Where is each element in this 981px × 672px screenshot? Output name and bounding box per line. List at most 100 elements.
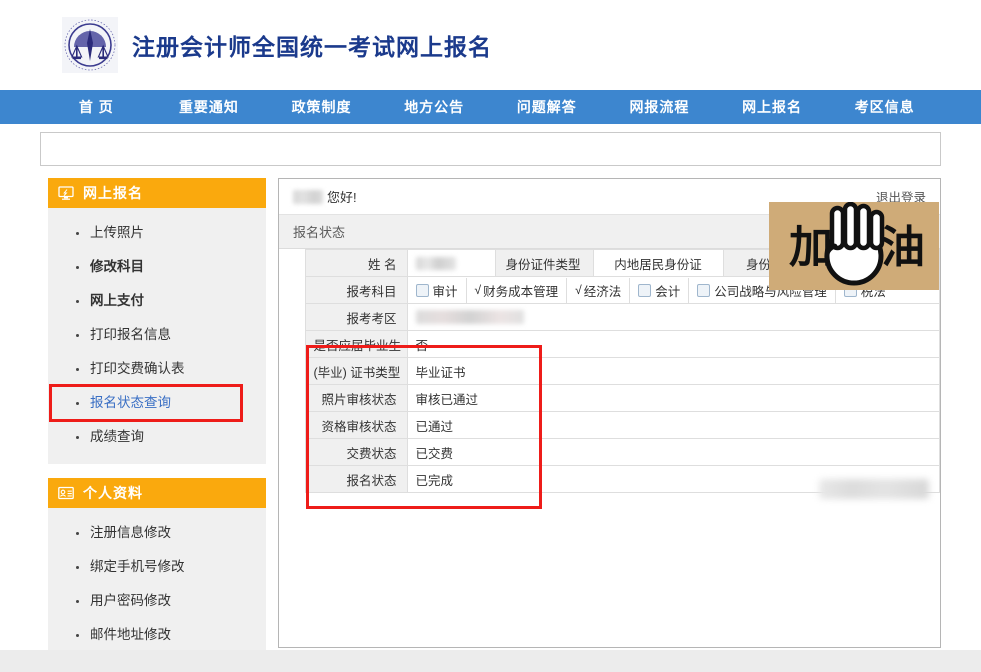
row-value: 毕业证书 bbox=[407, 358, 940, 385]
subject-checkbox-0[interactable]: 审计 bbox=[408, 278, 467, 303]
nav-item-5[interactable]: 网报流程 bbox=[603, 90, 716, 124]
sidebar-block-title-0: 网上报名 bbox=[83, 183, 143, 203]
table-row: (毕业) 证书类型毕业证书 bbox=[279, 358, 940, 385]
sidebar-block-header-0: 网上报名 bbox=[48, 178, 266, 208]
row-gutter bbox=[279, 277, 305, 304]
sidebar-item-1-1[interactable]: 绑定手机号修改 bbox=[48, 550, 266, 584]
bullet-icon bbox=[76, 300, 79, 303]
sidebar-list-1: 注册信息修改绑定手机号修改用户密码修改邮件地址修改 bbox=[48, 508, 266, 662]
row-gutter bbox=[279, 412, 305, 439]
nav-item-3[interactable]: 地方公告 bbox=[378, 90, 491, 124]
bullet-icon bbox=[76, 266, 79, 269]
page-root: 注册会计师全国统一考试网上报名 首 页重要通知政策制度地方公告问题解答网报流程网… bbox=[0, 0, 981, 672]
fist-hand-icon bbox=[827, 204, 882, 283]
row-gutter bbox=[279, 250, 305, 277]
sidebar-item-label: 网上支付 bbox=[90, 293, 144, 308]
bullet-icon bbox=[76, 634, 79, 637]
bullet-icon bbox=[76, 402, 79, 405]
row-label: 姓 名 bbox=[305, 250, 407, 277]
greeting-text: 您好! bbox=[327, 187, 357, 206]
row-label: 报考考区 bbox=[305, 304, 407, 331]
row-value: 否 bbox=[407, 331, 940, 358]
nav-item-7[interactable]: 考区信息 bbox=[828, 90, 941, 124]
checkbox-icon[interactable] bbox=[638, 284, 651, 297]
sidebar-item-label: 报名状态查询 bbox=[90, 395, 171, 410]
notice-strip bbox=[40, 132, 941, 166]
footer-strip bbox=[0, 650, 981, 672]
redaction-block bbox=[416, 257, 456, 270]
sidebar-item-1-2[interactable]: 用户密码修改 bbox=[48, 584, 266, 618]
sidebar-item-0-6[interactable]: 成绩查询 bbox=[48, 420, 266, 454]
sidebar-item-label: 绑定手机号修改 bbox=[90, 559, 185, 574]
sidebar-block-0: 网上报名上传照片修改科目网上支付打印报名信息打印交费确认表报名状态查询成绩查询 bbox=[48, 178, 266, 464]
row-label: (毕业) 证书类型 bbox=[305, 358, 407, 385]
site-title: 注册会计师全国统一考试网上报名 bbox=[132, 28, 492, 62]
content-wrapper: 网上报名上传照片修改科目网上支付打印报名信息打印交费确认表报名状态查询成绩查询个… bbox=[48, 178, 941, 662]
row-gutter bbox=[279, 385, 305, 412]
row-value bbox=[407, 304, 940, 331]
subject-checkbox-2[interactable]: √经济法 bbox=[567, 278, 630, 303]
sidebar-item-label: 打印报名信息 bbox=[90, 327, 171, 342]
sidebar-gap bbox=[48, 464, 266, 478]
table-row: 是否应届毕业生否 bbox=[279, 331, 940, 358]
subject-label: 审计 bbox=[433, 281, 458, 300]
main-navigation: 首 页重要通知政策制度地方公告问题解答网报流程网上报名考区信息 bbox=[0, 90, 981, 124]
row-label: 资格审核状态 bbox=[305, 412, 407, 439]
id-card-icon bbox=[58, 485, 74, 501]
bottom-right-redaction bbox=[819, 479, 929, 499]
sidebar-item-0-1[interactable]: 修改科目 bbox=[48, 250, 266, 284]
row-value: 已交费 bbox=[407, 439, 940, 466]
id-sublabel-0: 身份证件类型 bbox=[495, 250, 593, 277]
sidebar-item-0-5[interactable]: 报名状态查询 bbox=[51, 386, 241, 420]
subject-checkbox-3[interactable]: 会计 bbox=[630, 278, 689, 303]
row-label: 报考科目 bbox=[305, 277, 407, 304]
sidebar-item-label: 用户密码修改 bbox=[90, 593, 171, 608]
user-name-redacted bbox=[293, 190, 323, 204]
checkbox-icon[interactable] bbox=[416, 284, 429, 297]
bullet-icon bbox=[76, 232, 79, 235]
sidebar-item-label: 修改科目 bbox=[90, 259, 144, 274]
sidebar-list-0: 上传照片修改科目网上支付打印报名信息打印交费确认表报名状态查询成绩查询 bbox=[48, 208, 266, 464]
sidebar-item-0-3[interactable]: 打印报名信息 bbox=[48, 318, 266, 352]
bullet-icon bbox=[76, 532, 79, 535]
nav-item-0[interactable]: 首 页 bbox=[40, 90, 153, 124]
main-panel: 您好! 退出登录 报名状态 姓 名身份证件类型内地居民身份证身份证件报考科目审计… bbox=[278, 178, 941, 648]
sidebar-item-1-3[interactable]: 邮件地址修改 bbox=[48, 618, 266, 652]
bullet-icon bbox=[76, 566, 79, 569]
sidebar-block-1: 个人资料注册信息修改绑定手机号修改用户密码修改邮件地址修改 bbox=[48, 478, 266, 662]
nav-item-1[interactable]: 重要通知 bbox=[153, 90, 266, 124]
checkbox-icon[interactable] bbox=[697, 284, 710, 297]
row-gutter bbox=[279, 439, 305, 466]
id-subvalue-0: 内地居民身份证 bbox=[593, 250, 723, 277]
sidebar-item-label: 邮件地址修改 bbox=[90, 627, 171, 642]
nav-item-6[interactable]: 网上报名 bbox=[716, 90, 829, 124]
sidebar-item-0-2[interactable]: 网上支付 bbox=[48, 284, 266, 318]
sidebar-item-0-0[interactable]: 上传照片 bbox=[48, 216, 266, 250]
sidebar-item-0-4[interactable]: 打印交费确认表 bbox=[48, 352, 266, 386]
monitor-icon bbox=[58, 185, 74, 201]
nav-item-2[interactable]: 政策制度 bbox=[265, 90, 378, 124]
table-row: 报考考区 bbox=[279, 304, 940, 331]
sidebar-item-label: 打印交费确认表 bbox=[90, 361, 185, 376]
check-icon: √ bbox=[475, 283, 482, 297]
bullet-icon bbox=[76, 334, 79, 337]
site-header: 注册会计师全国统一考试网上报名 bbox=[0, 0, 981, 90]
bullet-icon bbox=[76, 600, 79, 603]
name-value-redacted bbox=[407, 250, 495, 277]
sidebar-item-label: 成绩查询 bbox=[90, 429, 144, 444]
svg-text:油: 油 bbox=[881, 223, 925, 272]
sidebar: 网上报名上传照片修改科目网上支付打印报名信息打印交费确认表报名状态查询成绩查询个… bbox=[48, 178, 266, 662]
subject-label: 经济法 bbox=[584, 281, 622, 300]
row-value: 已通过 bbox=[407, 412, 940, 439]
cicpa-emblem-icon bbox=[62, 17, 118, 73]
bullet-icon bbox=[76, 436, 79, 439]
sidebar-item-1-0[interactable]: 注册信息修改 bbox=[48, 516, 266, 550]
row-label: 照片审核状态 bbox=[305, 385, 407, 412]
nav-item-4[interactable]: 问题解答 bbox=[491, 90, 604, 124]
sidebar-item-label: 上传照片 bbox=[90, 225, 144, 240]
sidebar-item-label: 注册信息修改 bbox=[90, 525, 171, 540]
cheer-sticker-overlay: 加 油 bbox=[769, 202, 939, 290]
sidebar-block-title-1: 个人资料 bbox=[83, 483, 143, 503]
row-label: 是否应届毕业生 bbox=[305, 331, 407, 358]
subject-checkbox-1[interactable]: √财务成本管理 bbox=[467, 278, 568, 303]
